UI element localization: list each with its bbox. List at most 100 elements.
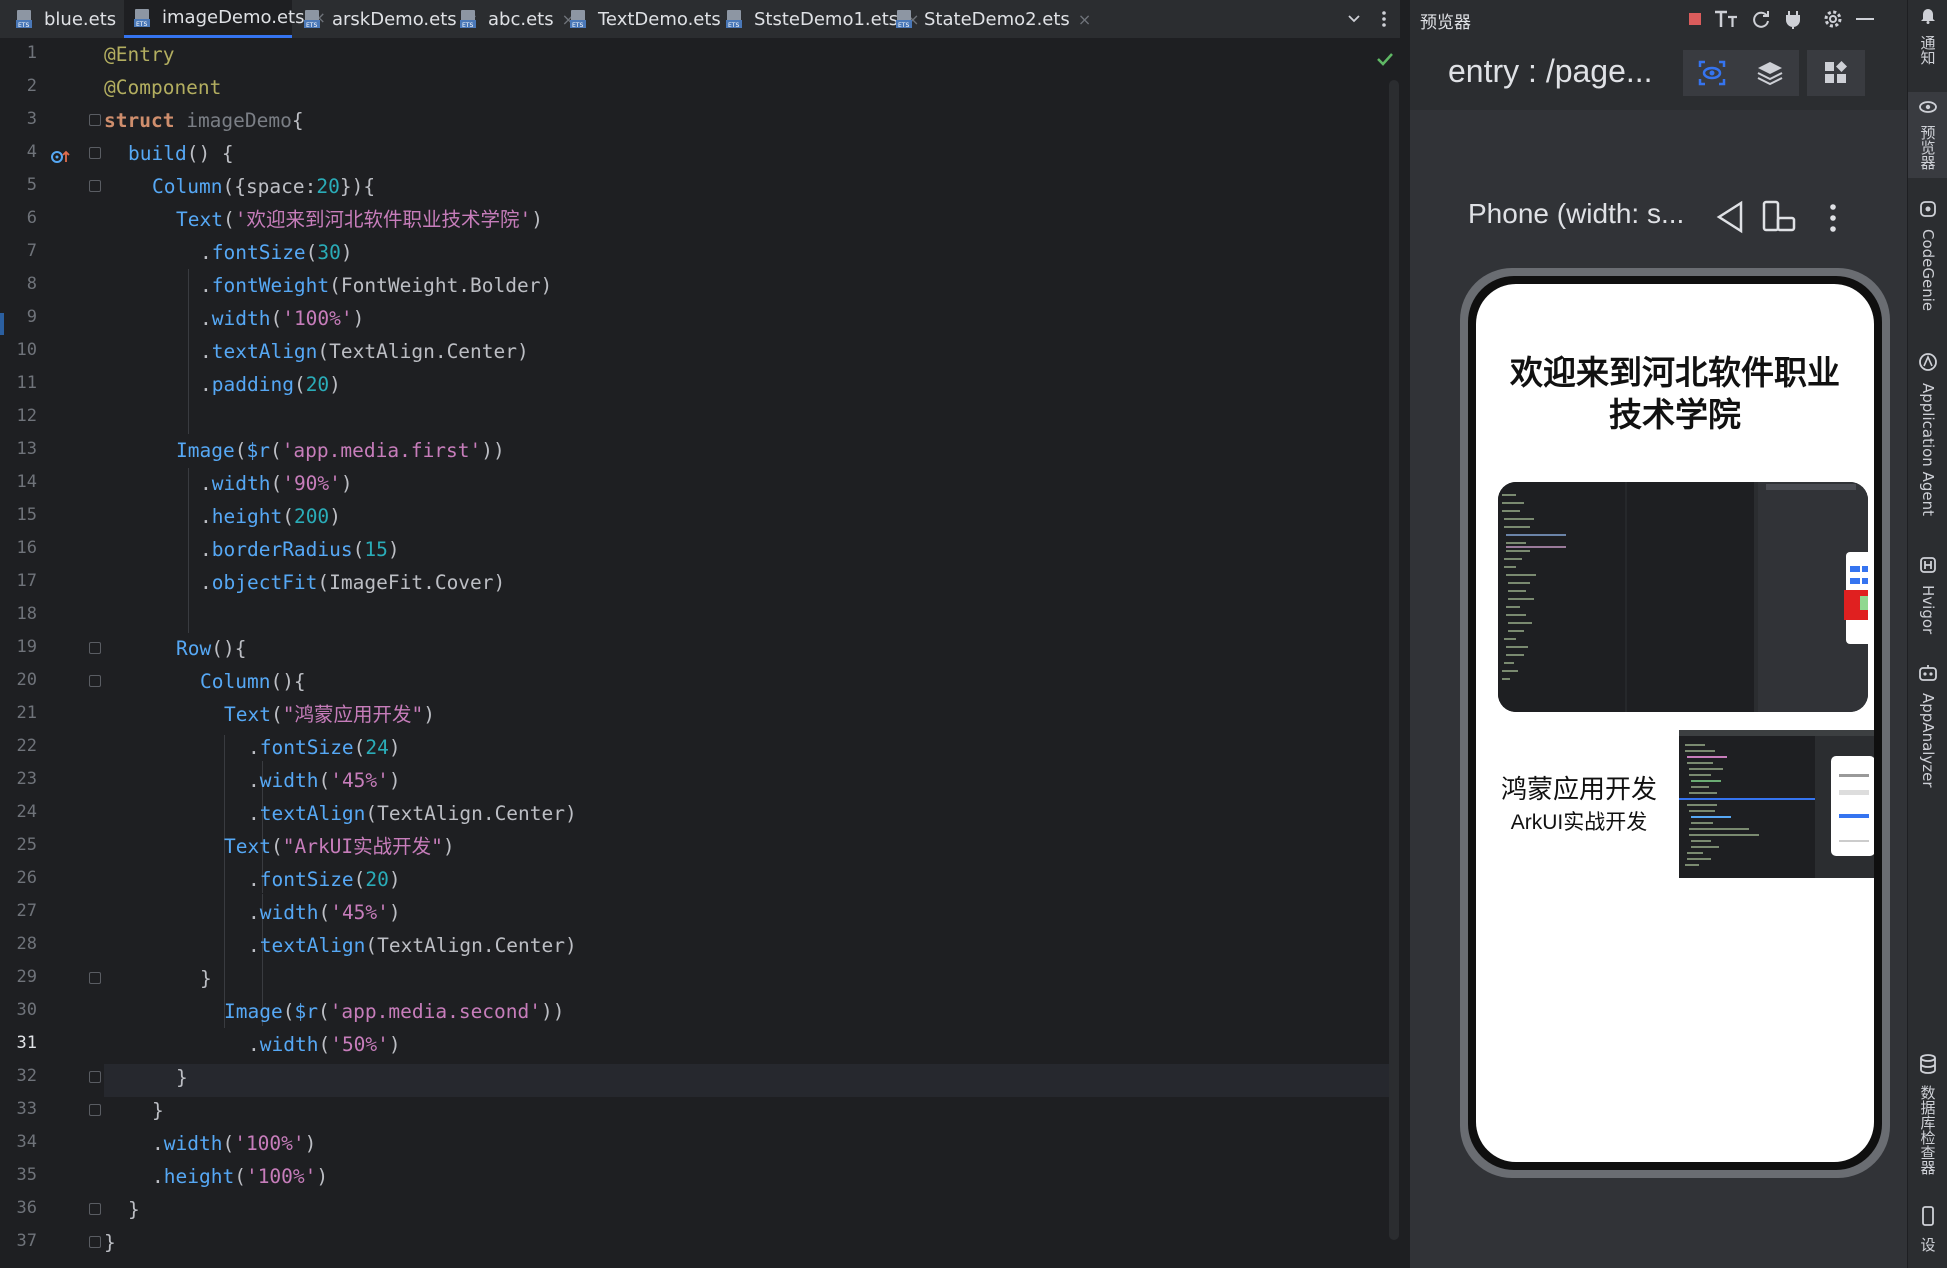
- inspector-toggle-button[interactable]: [1683, 50, 1741, 96]
- app-media-second-image: [1679, 730, 1874, 878]
- line-number: 7: [26, 241, 37, 261]
- application-agent-tool[interactable]: Application Agent: [1908, 352, 1947, 532]
- ets-file-icon: ETS: [894, 8, 916, 30]
- fold-toggle-icon[interactable]: [89, 1071, 101, 1083]
- previewer-title: 预览器: [1420, 13, 1471, 33]
- stop-icon[interactable]: [1682, 6, 1708, 32]
- font-size-icon[interactable]: [1714, 6, 1740, 32]
- ets-file-icon: ETS: [568, 8, 590, 30]
- ets-file-icon: ETS: [458, 8, 480, 30]
- line-number: 20: [16, 670, 37, 690]
- line-number: 9: [26, 307, 37, 327]
- previewer-panel: 预览器 entry : /page... Phone (width: s...: [1410, 0, 1907, 1268]
- settings-gear-icon[interactable]: [1820, 6, 1846, 32]
- fold-toggle-icon[interactable]: [89, 1203, 101, 1215]
- line-number: 23: [16, 769, 37, 789]
- device-tool[interactable]: 设: [1908, 1206, 1947, 1266]
- entry-page-selector[interactable]: entry : /page...: [1448, 53, 1653, 90]
- vertical-scrollbar[interactable]: [1389, 80, 1399, 1240]
- fold-toggle-icon[interactable]: [89, 642, 101, 654]
- fold-toggle-icon[interactable]: [89, 147, 101, 159]
- code-line-7: .fontSize(30): [200, 241, 353, 264]
- fold-toggle-icon[interactable]: [89, 1236, 101, 1248]
- code-line-25: Text("ArkUI实战开发"): [224, 835, 455, 858]
- code-line-16: .borderRadius(15): [200, 538, 400, 561]
- ets-file-icon: ETS: [302, 8, 324, 30]
- line-number: 31: [16, 1033, 37, 1053]
- line-number: 17: [16, 571, 37, 591]
- tab-arskdemo[interactable]: ETS arskDemo.ets ×: [302, 0, 478, 38]
- svg-text:ETS: ETS: [136, 21, 147, 28]
- tab-blue[interactable]: ETS blue.ets ×: [14, 0, 138, 38]
- rotate-device-icon[interactable]: [1762, 200, 1796, 238]
- fold-toggle-icon[interactable]: [89, 1104, 101, 1116]
- phone-screen[interactable]: 欢迎来到河北软件职业技术学院 鸿蒙应用开发 ArkUI实战开发: [1476, 284, 1874, 1162]
- tab-imagedemo[interactable]: ETS imageDemo.ets ×: [124, 0, 326, 38]
- refresh-icon[interactable]: [1748, 6, 1774, 32]
- code-line-29: }: [200, 967, 212, 990]
- agent-icon: [1918, 352, 1938, 377]
- tab-abc[interactable]: ETS abc.ets ×: [458, 0, 575, 38]
- override-marker-icon[interactable]: [50, 148, 72, 170]
- device-selector[interactable]: Phone (width: s...: [1468, 198, 1684, 230]
- fold-toggle-icon[interactable]: [89, 114, 101, 126]
- fold-toggle-icon[interactable]: [89, 972, 101, 984]
- tab-ststedemo1[interactable]: ETS StsteDemo1.ets ×: [724, 0, 920, 38]
- tab-textdemo[interactable]: ETS TextDemo.ets ×: [568, 0, 742, 38]
- bell-icon: [1919, 6, 1937, 29]
- line-number: 21: [16, 703, 37, 723]
- code-line-36: }: [128, 1198, 140, 1221]
- line-number: 32: [16, 1066, 37, 1086]
- codegenie-tool[interactable]: CodeGenie: [1908, 200, 1947, 330]
- phone-frame: 欢迎来到河北软件职业技术学院 鸿蒙应用开发 ArkUI实战开发: [1460, 268, 1890, 1178]
- hvigor-tool[interactable]: Hvigor: [1908, 556, 1947, 640]
- device-more-icon[interactable]: [1829, 203, 1837, 237]
- more-options-icon[interactable]: [1372, 0, 1396, 38]
- line-number: 14: [16, 472, 37, 492]
- code-line-4: build() {: [128, 142, 234, 165]
- tab-statedemo2[interactable]: ETS StateDemo2.ets ×: [894, 0, 1091, 38]
- tab-label: arskDemo.ets: [332, 8, 457, 30]
- tab-label: StateDemo2.ets: [924, 8, 1070, 30]
- code-line-27: .width('45%'): [248, 901, 401, 924]
- appanalyzer-tool[interactable]: AppAnalyzer: [1908, 664, 1947, 794]
- code-line-24: .textAlign(TextAlign.Center): [248, 802, 577, 825]
- previewer-tool[interactable]: 预览器: [1908, 92, 1947, 178]
- line-number: 18: [16, 604, 37, 624]
- fold-toggle-icon[interactable]: [89, 675, 101, 687]
- line-number: 13: [16, 439, 37, 459]
- database-inspector-tool[interactable]: 数据库检查器: [1908, 1054, 1947, 1184]
- tab-overflow-chevron-icon[interactable]: [1340, 0, 1368, 38]
- eye-icon: [1919, 98, 1937, 119]
- code-line-13: Image($r('app.media.first')): [176, 439, 505, 462]
- inspection-ok-icon[interactable]: [1376, 48, 1394, 72]
- svg-text:ETS: ETS: [18, 22, 29, 29]
- indent-guide: [224, 735, 225, 1028]
- code-line-28: .textAlign(TextAlign.Center): [248, 934, 577, 957]
- layers-button[interactable]: [1741, 50, 1799, 96]
- line-number: 10: [16, 340, 37, 360]
- code-line-2: @Component: [104, 76, 222, 99]
- line-number: 26: [16, 868, 37, 888]
- multi-device-button[interactable]: [1807, 50, 1865, 96]
- database-icon: [1919, 1054, 1937, 1079]
- tab-label: abc.ets: [488, 8, 554, 30]
- close-icon[interactable]: ×: [1078, 10, 1091, 29]
- code-line-6: Text('欢迎来到河北软件职业技术学院'): [176, 208, 543, 231]
- current-line-highlight: [104, 1064, 1399, 1097]
- ets-file-icon: ETS: [724, 8, 746, 30]
- code-editor[interactable]: ETS blue.ets × ETS imageDemo.ets × ETS a…: [0, 0, 1400, 1268]
- line-number: 16: [16, 538, 37, 558]
- plug-icon[interactable]: [1780, 6, 1806, 32]
- code-area[interactable]: @Entry @Component struct imageDemo{ buil…: [104, 38, 1399, 1268]
- fold-toggle-icon[interactable]: [89, 180, 101, 192]
- minimize-icon[interactable]: [1852, 6, 1878, 32]
- notifications-tool[interactable]: 通知: [1908, 6, 1947, 70]
- line-number: 3: [26, 109, 37, 129]
- indent-guide: [188, 468, 189, 633]
- code-line-1: @Entry: [104, 43, 175, 66]
- code-line-22: .fontSize(24): [248, 736, 401, 759]
- code-line-9: .width('100%'): [200, 307, 365, 330]
- back-triangle-icon[interactable]: [1715, 200, 1745, 238]
- code-line-35: .height('100%'): [152, 1165, 329, 1188]
